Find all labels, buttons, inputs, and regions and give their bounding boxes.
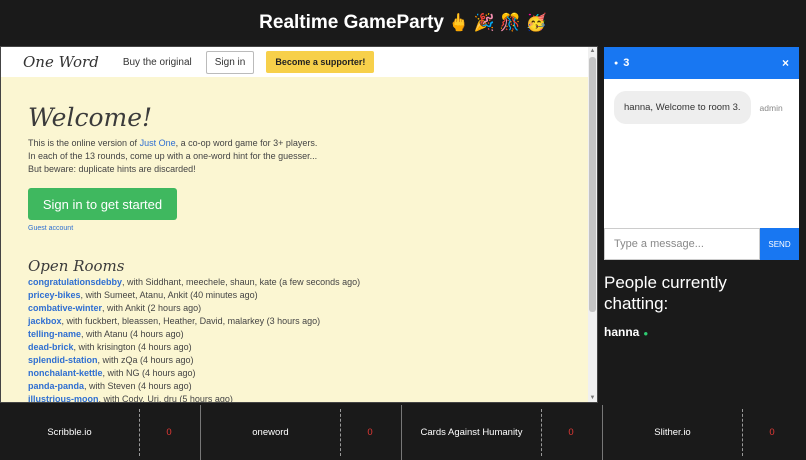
game-tile[interactable]: Cards Against Humanity 0 xyxy=(401,405,602,460)
game-name[interactable]: Slither.io xyxy=(603,427,742,438)
room-item: nonchalant-kettle, with NG (4 hours ago) xyxy=(28,367,360,380)
room-details: , with Steven (4 hours ago) xyxy=(84,381,192,391)
room-item: jackbox, with fuckbert, bleassen, Heathe… xyxy=(28,315,360,328)
room-dot-icon: ● xyxy=(614,59,619,67)
game-divider xyxy=(139,409,140,456)
room-link[interactable]: pricey-bikes xyxy=(28,290,81,300)
intro-line2: In each of the 13 rounds, come up with a… xyxy=(28,151,318,161)
scroll-up-arrow-icon[interactable]: ▲ xyxy=(588,47,597,55)
chat-panel: ● 3 × hanna, Welcome to room 3. admin SE… xyxy=(604,47,799,260)
room-details: , with Sumeet, Atanu, Ankit (40 minutes … xyxy=(80,290,258,300)
game-tile[interactable]: Scribble.io 0 xyxy=(0,405,200,460)
people-list: hanna ● xyxy=(604,325,648,339)
buy-original-link[interactable]: Buy the original xyxy=(123,57,192,68)
room-details: , with Ankit (2 hours ago) xyxy=(102,303,202,313)
room-link[interactable]: combative-winter xyxy=(28,303,102,313)
room-item: pricey-bikes, with Sumeet, Atanu, Ankit … xyxy=(28,289,360,302)
game-frame: One Word Buy the original Sign in Become… xyxy=(0,46,598,403)
brand-logo[interactable]: One Word xyxy=(23,53,99,71)
room-item: dead-brick, with krisington (4 hours ago… xyxy=(28,341,360,354)
intro-line1-start: This is the online version of xyxy=(28,138,140,148)
chat-input-row: SEND xyxy=(604,228,799,260)
game-player-count: 0 xyxy=(367,427,373,438)
close-icon[interactable]: × xyxy=(782,56,789,70)
chat-user-name: hanna xyxy=(604,325,640,339)
game-tile[interactable]: Slither.io 0 xyxy=(602,405,803,460)
room-details: , with Siddhant, meechele, shaun, kate (… xyxy=(122,277,361,287)
app-header: Realtime GameParty 🖕 🎉 🎊 🥳 xyxy=(0,0,806,46)
scroll-down-arrow-icon[interactable]: ▼ xyxy=(588,394,597,402)
room-item: combative-winter, with Ankit (2 hours ag… xyxy=(28,302,360,315)
scroll-thumb[interactable] xyxy=(589,57,596,312)
room-details: , with Atanu (4 hours ago) xyxy=(81,329,184,339)
scrollbar[interactable]: ▲ ▼ xyxy=(588,47,597,402)
room-link[interactable]: illustrious-moon xyxy=(28,394,99,402)
chat-header: ● 3 × xyxy=(604,47,799,79)
room-link[interactable]: panda-panda xyxy=(28,381,84,391)
game-navbar: One Word Buy the original Sign in Become… xyxy=(1,47,589,77)
games-bar: Scribble.io 0 oneword 0 Cards Against Humani… xyxy=(0,405,806,460)
room-link[interactable]: telling-name xyxy=(28,329,81,339)
room-link[interactable]: nonchalant-kettle xyxy=(28,368,103,378)
game-name[interactable]: oneword xyxy=(201,427,340,438)
game-name[interactable]: Cards Against Humanity xyxy=(402,427,541,438)
game-divider xyxy=(742,409,743,456)
online-status-icon: ● xyxy=(643,329,649,338)
room-details: , with Cody, Uri, dru (5 hours ago) xyxy=(98,394,233,403)
intro-line1-end: , a co-op word game for 3+ players. xyxy=(175,138,318,148)
message-bubble: hanna, Welcome to room 3. xyxy=(614,91,751,124)
game-player-count: 0 xyxy=(568,427,574,438)
send-button[interactable]: SEND xyxy=(760,228,799,260)
app-title: Realtime GameParty xyxy=(259,12,444,33)
chat-message-input[interactable] xyxy=(604,228,760,260)
room-link[interactable]: congratulationsdebby xyxy=(28,277,122,287)
game-tile[interactable]: oneword 0 xyxy=(200,405,401,460)
become-supporter-button[interactable]: Become a supporter! xyxy=(266,51,375,73)
sign-in-button[interactable]: Sign in xyxy=(205,50,255,74)
just-one-link[interactable]: Just One xyxy=(140,138,176,148)
room-item: splendid-station, with zQa (4 hours ago) xyxy=(28,354,360,367)
intro-line3: But beware: duplicate hints are discarde… xyxy=(28,164,196,174)
people-chatting-heading: People currently chatting: xyxy=(604,273,727,313)
game-divider xyxy=(340,409,341,456)
room-details: , with NG (4 hours ago) xyxy=(102,368,196,378)
room-details: , with krisington (4 hours ago) xyxy=(73,342,192,352)
game-divider xyxy=(541,409,542,456)
message-author: admin xyxy=(759,102,783,113)
room-item: congratulationsdebby, with Siddhant, mee… xyxy=(28,276,360,289)
room-item: telling-name, with Atanu (4 hours ago) xyxy=(28,328,360,341)
room-details: , with zQa (4 hours ago) xyxy=(97,355,194,365)
game-name[interactable]: Scribble.io xyxy=(0,427,139,438)
chat-room-number: 3 xyxy=(623,57,630,69)
game-content: Welcome! This is the online version of J… xyxy=(1,77,589,403)
rooms-list: congratulationsdebby, with Siddhant, mee… xyxy=(28,276,360,403)
room-details: , with fuckbert, bleassen, Heather, Davi… xyxy=(61,316,321,326)
welcome-heading: Welcome! xyxy=(28,103,153,132)
room-link[interactable]: splendid-station xyxy=(28,355,98,365)
room-item: panda-panda, with Steven (4 hours ago) xyxy=(28,380,360,393)
open-rooms-heading: Open Rooms xyxy=(28,257,125,275)
sign-in-to-get-started-button[interactable]: Sign in to get started xyxy=(28,188,177,220)
guest-account-link[interactable]: Guest account xyxy=(28,225,73,232)
game-player-count: 0 xyxy=(769,427,775,438)
game-player-count: 0 xyxy=(166,427,172,438)
chat-message: hanna, Welcome to room 3. admin xyxy=(614,91,783,124)
room-link[interactable]: jackbox xyxy=(28,316,62,326)
intro-text: This is the online version of Just One, … xyxy=(28,137,317,176)
room-item: illustrious-moon, with Cody, Uri, dru (5… xyxy=(28,393,360,403)
party-emojis: 🖕 🎉 🎊 🥳 xyxy=(447,13,547,32)
room-link[interactable]: dead-brick xyxy=(28,342,74,352)
